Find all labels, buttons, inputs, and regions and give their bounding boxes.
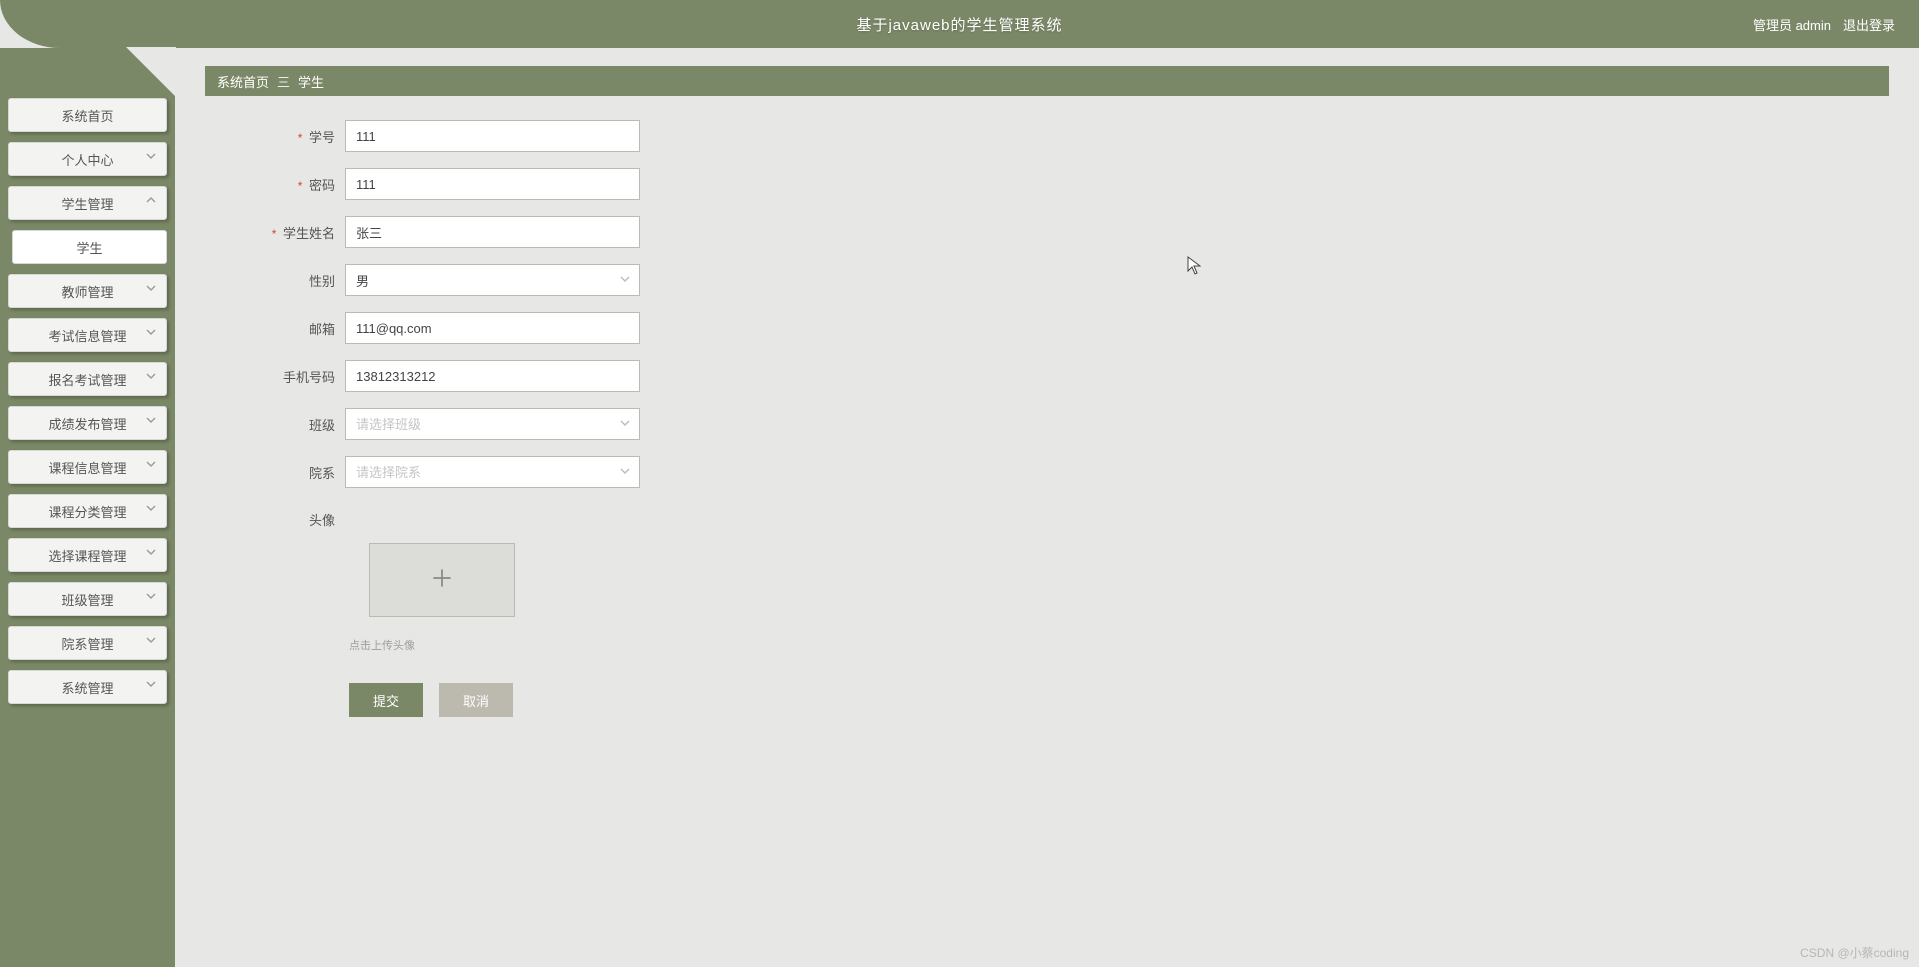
sidebar-item-label: 成绩发布管理 — [48, 414, 126, 433]
chevron-down-icon — [146, 633, 156, 643]
sidebar-item-home[interactable]: 系统首页 — [8, 98, 167, 132]
label-email: 邮箱 — [215, 319, 345, 338]
sidebar-item-label: 课程信息管理 — [48, 458, 126, 477]
sidebar-item-exam-info-mgmt[interactable]: 考试信息管理 — [8, 318, 167, 352]
email-field[interactable] — [345, 312, 640, 344]
class-select-value[interactable] — [345, 408, 640, 440]
sidebar-item-label: 学生管理 — [61, 194, 113, 213]
department-select-value[interactable] — [345, 456, 640, 488]
required-asterisk-icon: * — [298, 179, 303, 193]
breadcrumb: 系统首页 三 学生 — [205, 66, 1889, 96]
chevron-down-icon — [146, 149, 156, 159]
chevron-down-icon — [146, 413, 156, 423]
breadcrumb-root[interactable]: 系统首页 — [217, 72, 269, 91]
chevron-down-icon — [146, 325, 156, 335]
plus-icon — [429, 565, 455, 596]
phone-field[interactable] — [345, 360, 640, 392]
logout-link[interactable]: 退出登录 — [1843, 15, 1895, 34]
sidebar-item-label: 学生 — [76, 238, 102, 257]
chevron-down-icon — [146, 369, 156, 379]
department-select[interactable] — [345, 456, 640, 488]
top-bar: 基于javaweb的学生管理系统 管理员 admin 退出登录 — [0, 0, 1919, 48]
sidebar-item-label: 院系管理 — [61, 634, 113, 653]
sidebar-item-score-publish-mgmt[interactable]: 成绩发布管理 — [8, 406, 167, 440]
sidebar-item-label: 报名考试管理 — [48, 370, 126, 389]
breadcrumb-separator-icon: 三 — [277, 72, 290, 91]
sidebar-item-class-mgmt[interactable]: 班级管理 — [8, 582, 167, 616]
sidebar-item-exam-signup-mgmt[interactable]: 报名考试管理 — [8, 362, 167, 396]
class-select[interactable] — [345, 408, 640, 440]
sidebar-item-label: 课程分类管理 — [48, 502, 126, 521]
cancel-button[interactable]: 取消 — [439, 683, 513, 717]
label-phone: 手机号码 — [215, 367, 345, 386]
student-no-field[interactable] — [345, 120, 640, 152]
sidebar-item-personal[interactable]: 个人中心 — [8, 142, 167, 176]
sidebar-item-student-mgmt[interactable]: 学生管理 — [8, 186, 167, 220]
chevron-down-icon — [146, 545, 156, 555]
sidebar-item-course-category-mgmt[interactable]: 课程分类管理 — [8, 494, 167, 528]
password-field[interactable] — [345, 168, 640, 200]
label-class: 班级 — [215, 415, 345, 434]
sidebar-item-label: 班级管理 — [61, 590, 113, 609]
sidebar-item-label: 教师管理 — [61, 282, 113, 301]
app-title: 基于javaweb的学生管理系统 — [856, 14, 1062, 35]
required-asterisk-icon: * — [298, 131, 303, 145]
sidebar-item-teacher-mgmt[interactable]: 教师管理 — [8, 274, 167, 308]
avatar-upload-box[interactable] — [369, 543, 515, 617]
student-name-field[interactable] — [345, 216, 640, 248]
sidebar-item-course-info-mgmt[interactable]: 课程信息管理 — [8, 450, 167, 484]
sidebar-item-label: 系统管理 — [61, 678, 113, 697]
sidebar: 系统首页 个人中心 学生管理 学生 教师管理 考试信息管理 — [0, 48, 175, 967]
chevron-down-icon — [146, 677, 156, 687]
avatar-upload-hint: 点击上传头像 — [349, 637, 1155, 653]
chevron-down-icon — [146, 589, 156, 599]
label-student-name: * 学生姓名 — [215, 223, 345, 242]
top-right-group: 管理员 admin 退出登录 — [1753, 0, 1895, 48]
label-gender: 性别 — [215, 271, 345, 290]
chevron-up-icon — [146, 193, 156, 203]
sidebar-item-department-mgmt[interactable]: 院系管理 — [8, 626, 167, 660]
sidebar-item-label: 考试信息管理 — [48, 326, 126, 345]
label-password: * 密码 — [215, 175, 345, 194]
gender-select[interactable] — [345, 264, 640, 296]
sidebar-item-label: 个人中心 — [61, 150, 113, 169]
sidebar-item-course-select-mgmt[interactable]: 选择课程管理 — [8, 538, 167, 572]
chevron-down-icon — [146, 281, 156, 291]
label-avatar: 头像 — [215, 504, 345, 529]
sidebar-item-label: 系统首页 — [61, 106, 113, 125]
gender-select-value[interactable] — [345, 264, 640, 296]
current-user-label[interactable]: 管理员 admin — [1753, 15, 1831, 34]
breadcrumb-current: 学生 — [298, 72, 324, 91]
main-content: 系统首页 三 学生 * 学号 * 密码 * — [175, 48, 1919, 967]
chevron-down-icon — [146, 501, 156, 511]
label-department: 院系 — [215, 463, 345, 482]
sidebar-item-label: 选择课程管理 — [48, 546, 126, 565]
student-form: * 学号 * 密码 * 学生姓名 — [205, 96, 1165, 727]
chevron-down-icon — [146, 457, 156, 467]
submit-button[interactable]: 提交 — [349, 683, 423, 717]
sidebar-item-system-mgmt[interactable]: 系统管理 — [8, 670, 167, 704]
sidebar-item-student[interactable]: 学生 — [12, 230, 167, 264]
required-asterisk-icon: * — [272, 227, 277, 241]
label-student-no: * 学号 — [215, 127, 345, 146]
